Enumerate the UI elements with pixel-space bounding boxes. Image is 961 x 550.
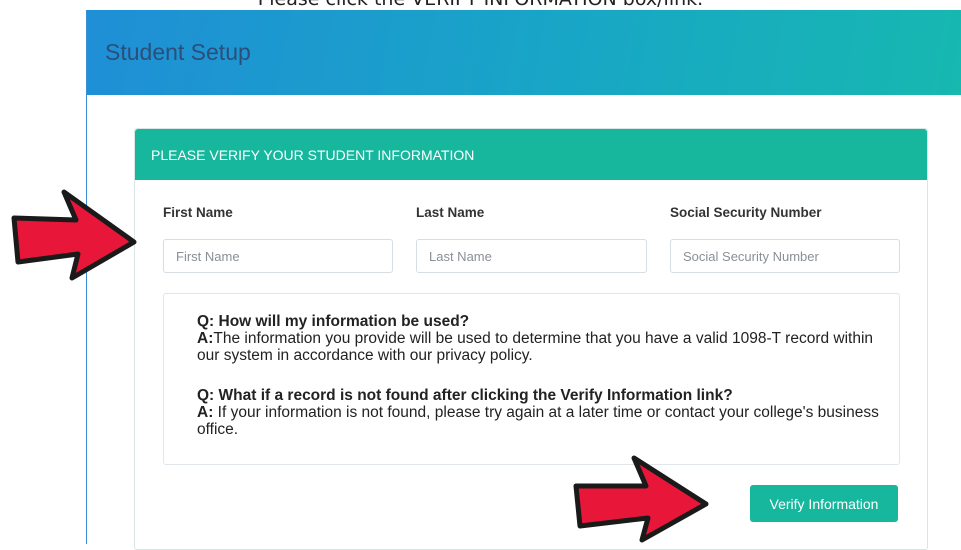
page-title: Student Setup <box>105 39 251 65</box>
first-name-input[interactable] <box>163 239 393 273</box>
panel-title: PLEASE VERIFY YOUR STUDENT INFORMATION <box>151 147 475 163</box>
last-name-input[interactable] <box>416 239 647 273</box>
faq-answer: The information you provide will be used… <box>197 330 874 364</box>
ssn-label: Social Security Number <box>670 205 822 220</box>
instruction-caption: Please click the VERIFY INFORMATION box/… <box>0 0 961 10</box>
first-name-label: First Name <box>163 205 233 220</box>
last-name-label: Last Name <box>416 205 485 220</box>
faq-answer-prefix: A: <box>197 404 214 421</box>
ssn-input[interactable] <box>670 239 900 273</box>
faq-item: Q: How will my information be used? A:Th… <box>197 313 887 364</box>
verify-panel: PLEASE VERIFY YOUR STUDENT INFORMATION F… <box>134 128 928 550</box>
verify-information-button[interactable]: Verify Information <box>750 485 898 522</box>
faq-item: Q: What if a record is not found after c… <box>197 387 887 438</box>
student-setup-window: Student Setup PLEASE VERIFY YOUR STUDENT… <box>86 10 961 550</box>
faq-question: Q: How will my information be used? <box>197 313 470 330</box>
red-arrow-icon <box>11 189 137 281</box>
page-header: Student Setup <box>87 10 961 95</box>
faq-answer-prefix: A: <box>197 330 214 347</box>
faq-box: Q: How will my information be used? A:Th… <box>163 293 900 465</box>
red-arrow-icon <box>573 455 709 543</box>
faq-question: Q: What if a record is not found after c… <box>197 387 733 404</box>
panel-header: PLEASE VERIFY YOUR STUDENT INFORMATION <box>135 129 927 180</box>
faq-answer: If your information is not found, please… <box>197 404 879 438</box>
